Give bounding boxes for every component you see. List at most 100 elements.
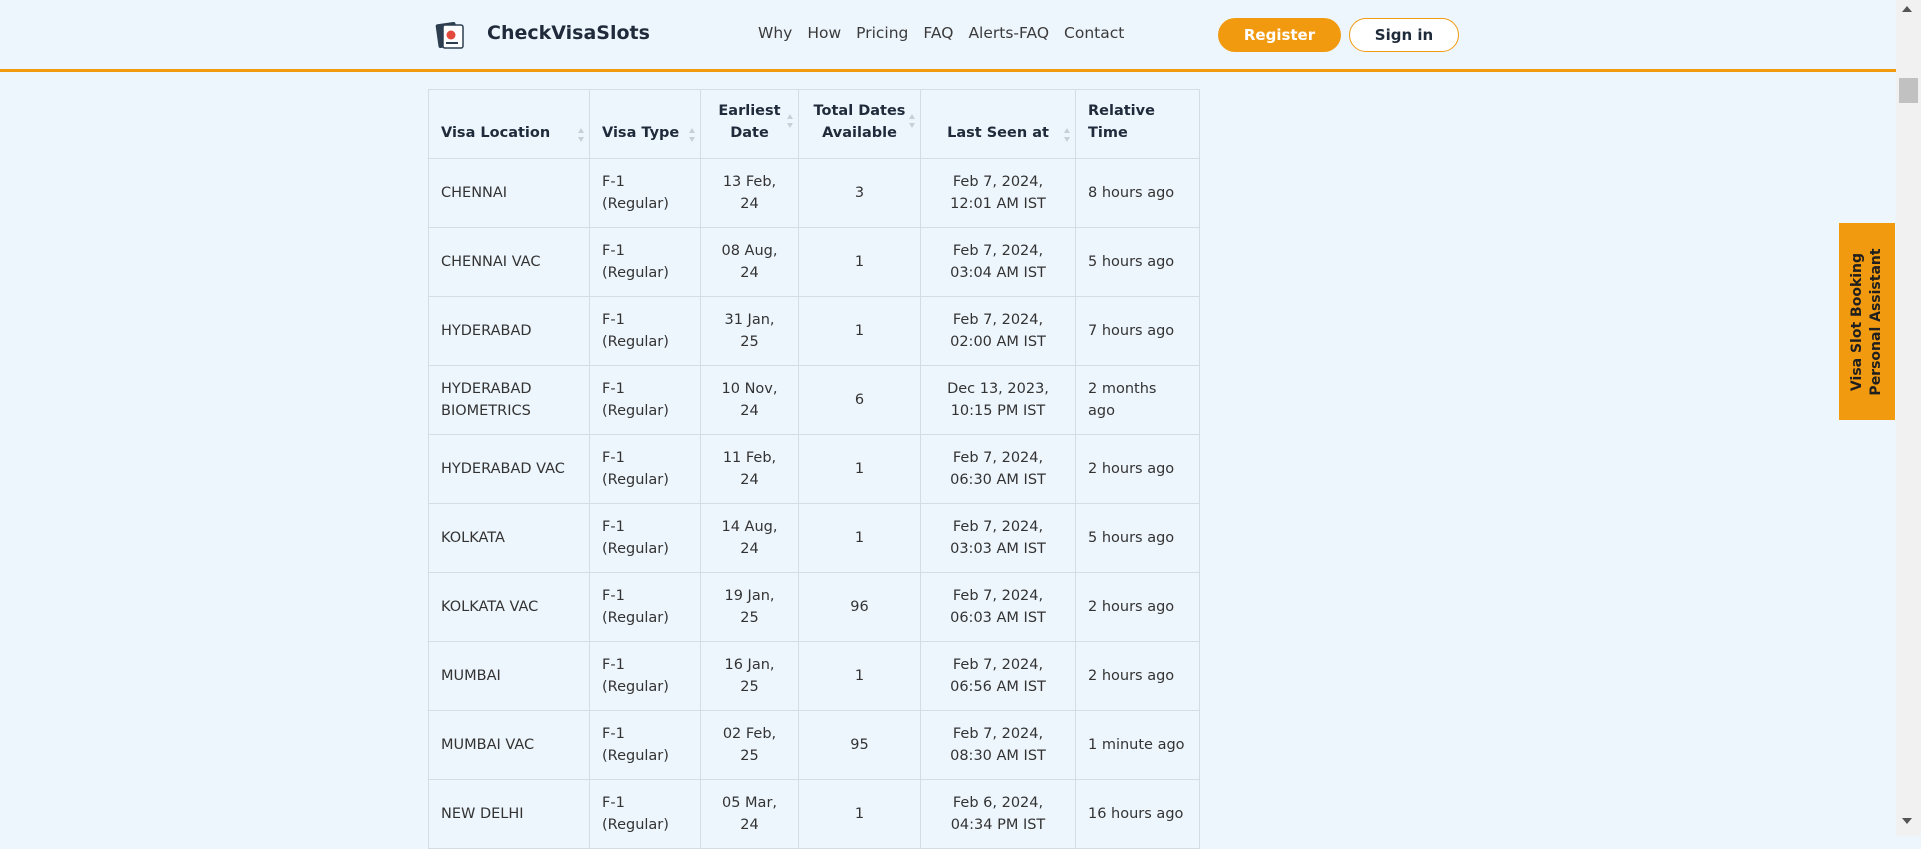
cell-total-dates: 95 <box>798 710 921 780</box>
nav-how[interactable]: How <box>807 24 841 42</box>
cell-relative-time: 2 months ago <box>1075 365 1200 435</box>
cell-earliest-date: 19 Jan, 25 <box>700 572 799 642</box>
cell-earliest-date: 02 Feb, 25 <box>700 710 799 780</box>
cell-total-dates: 3 <box>798 158 921 228</box>
main-nav: Why How Pricing FAQ Alerts-FAQ Contact <box>758 24 1139 42</box>
column-header-label: Visa Location <box>441 125 551 141</box>
column-header-last-seen[interactable]: Last Seen at <box>920 89 1076 159</box>
sort-icon <box>1064 128 1071 142</box>
column-header-label-line2: Date <box>730 125 769 141</box>
column-header-total-dates[interactable]: Total Dates Available <box>798 89 921 159</box>
visa-slots-table-container: Visa Location Visa Type Earliest Date To… <box>428 89 1200 849</box>
cell-last-seen: Feb 6, 2024, 04:34 PM IST <box>920 779 1076 849</box>
cell-total-dates: 1 <box>798 779 921 849</box>
cell-earliest-date: 11 Feb, 24 <box>700 434 799 504</box>
cell-total-dates: 6 <box>798 365 921 435</box>
brand-name[interactable]: CheckVisaSlots <box>487 22 650 44</box>
cell-visa-type: F-1 (Regular) <box>589 227 701 297</box>
cell-location: CHENNAI VAC <box>428 227 590 297</box>
vertical-scrollbar[interactable] <box>1896 0 1921 836</box>
cell-last-seen: Feb 7, 2024, 03:04 AM IST <box>920 227 1076 297</box>
sign-in-button[interactable]: Sign in <box>1349 18 1459 52</box>
table-row: MUMBAI F-1 (Regular) 16 Jan, 25 1 Feb 7,… <box>428 641 1200 711</box>
visa-slots-table: Visa Location Visa Type Earliest Date To… <box>428 89 1200 849</box>
cell-location: MUMBAI <box>428 641 590 711</box>
sort-icon <box>578 128 585 142</box>
cell-visa-type: F-1 (Regular) <box>589 710 701 780</box>
cell-location: HYDERABAD <box>428 296 590 366</box>
sort-icon <box>787 114 794 128</box>
cell-total-dates: 1 <box>798 503 921 573</box>
sort-icon <box>909 114 916 128</box>
cell-relative-time: 1 minute ago <box>1075 710 1200 780</box>
table-row: KOLKATA F-1 (Regular) 14 Aug, 24 1 Feb 7… <box>428 503 1200 573</box>
nav-contact[interactable]: Contact <box>1064 24 1124 42</box>
sort-icon <box>689 128 696 142</box>
table-row: HYDERABAD BIOMETRICS F-1 (Regular) 10 No… <box>428 365 1200 435</box>
cell-visa-type: F-1 (Regular) <box>589 779 701 849</box>
cell-visa-type: F-1 (Regular) <box>589 641 701 711</box>
passport-logo-icon[interactable] <box>434 20 466 50</box>
cell-earliest-date: 10 Nov, 24 <box>700 365 799 435</box>
cell-visa-type: F-1 (Regular) <box>589 434 701 504</box>
scroll-down-arrow-icon[interactable] <box>1902 818 1912 824</box>
register-button[interactable]: Register <box>1218 18 1341 52</box>
cell-location: MUMBAI VAC <box>428 710 590 780</box>
cell-location: NEW DELHI <box>428 779 590 849</box>
column-header-label: Visa Type <box>602 125 680 141</box>
table-row: MUMBAI VAC F-1 (Regular) 02 Feb, 25 95 F… <box>428 710 1200 780</box>
cell-visa-type: F-1 (Regular) <box>589 296 701 366</box>
column-header-label: Relative Time <box>1088 103 1155 141</box>
cell-last-seen: Dec 13, 2023, 10:15 PM IST <box>920 365 1076 435</box>
cell-relative-time: 5 hours ago <box>1075 503 1200 573</box>
cell-earliest-date: 13 Feb, 24 <box>700 158 799 228</box>
cell-last-seen: Feb 7, 2024, 08:30 AM IST <box>920 710 1076 780</box>
table-row: CHENNAI VAC F-1 (Regular) 08 Aug, 24 1 F… <box>428 227 1200 297</box>
cell-visa-type: F-1 (Regular) <box>589 503 701 573</box>
visa-slot-assistant-tab[interactable]: Visa Slot Booking Personal Assistant <box>1839 223 1895 420</box>
table-row: HYDERABAD F-1 (Regular) 31 Jan, 25 1 Feb… <box>428 296 1200 366</box>
cell-relative-time: 2 hours ago <box>1075 572 1200 642</box>
cell-total-dates: 1 <box>798 227 921 297</box>
site-header: CheckVisaSlots Why How Pricing FAQ Alert… <box>0 0 1896 72</box>
cell-earliest-date: 31 Jan, 25 <box>700 296 799 366</box>
cell-location: KOLKATA <box>428 503 590 573</box>
nav-alerts-faq[interactable]: Alerts-FAQ <box>968 24 1049 42</box>
column-header-earliest-date[interactable]: Earliest Date <box>700 89 799 159</box>
cell-visa-type: F-1 (Regular) <box>589 365 701 435</box>
column-header-label-line2: Available <box>822 125 897 141</box>
sidetab-line2: Personal Assistant <box>1868 247 1884 396</box>
column-header-visa-location[interactable]: Visa Location <box>428 89 590 159</box>
table-row: CHENNAI F-1 (Regular) 13 Feb, 24 3 Feb 7… <box>428 158 1200 228</box>
nav-pricing[interactable]: Pricing <box>856 24 908 42</box>
table-header-row: Visa Location Visa Type Earliest Date To… <box>428 89 1200 159</box>
sidetab-line1: Visa Slot Booking <box>1849 252 1865 391</box>
column-header-visa-type[interactable]: Visa Type <box>589 89 701 159</box>
column-header-label-line1: Total Dates <box>813 103 906 119</box>
cell-relative-time: 8 hours ago <box>1075 158 1200 228</box>
cell-location: HYDERABAD VAC <box>428 434 590 504</box>
table-row: NEW DELHI F-1 (Regular) 05 Mar, 24 1 Feb… <box>428 779 1200 849</box>
cell-total-dates: 96 <box>798 572 921 642</box>
scrollbar-thumb[interactable] <box>1899 78 1918 103</box>
cell-visa-type: F-1 (Regular) <box>589 572 701 642</box>
cell-total-dates: 1 <box>798 641 921 711</box>
cell-total-dates: 1 <box>798 296 921 366</box>
column-header-relative-time[interactable]: Relative Time <box>1075 89 1200 159</box>
table-row: HYDERABAD VAC F-1 (Regular) 11 Feb, 24 1… <box>428 434 1200 504</box>
cell-relative-time: 7 hours ago <box>1075 296 1200 366</box>
cell-earliest-date: 14 Aug, 24 <box>700 503 799 573</box>
cell-last-seen: Feb 7, 2024, 02:00 AM IST <box>920 296 1076 366</box>
cell-location: KOLKATA VAC <box>428 572 590 642</box>
sidetab-label: Visa Slot Booking Personal Assistant <box>1848 248 1886 395</box>
cell-location: HYDERABAD BIOMETRICS <box>428 365 590 435</box>
cell-relative-time: 2 hours ago <box>1075 641 1200 711</box>
cell-last-seen: Feb 7, 2024, 06:03 AM IST <box>920 572 1076 642</box>
scroll-up-arrow-icon[interactable] <box>1902 6 1912 12</box>
cell-relative-time: 2 hours ago <box>1075 434 1200 504</box>
cell-relative-time: 5 hours ago <box>1075 227 1200 297</box>
table-row: KOLKATA VAC F-1 (Regular) 19 Jan, 25 96 … <box>428 572 1200 642</box>
nav-why[interactable]: Why <box>758 24 792 42</box>
cell-last-seen: Feb 7, 2024, 12:01 AM IST <box>920 158 1076 228</box>
nav-faq[interactable]: FAQ <box>923 24 953 42</box>
